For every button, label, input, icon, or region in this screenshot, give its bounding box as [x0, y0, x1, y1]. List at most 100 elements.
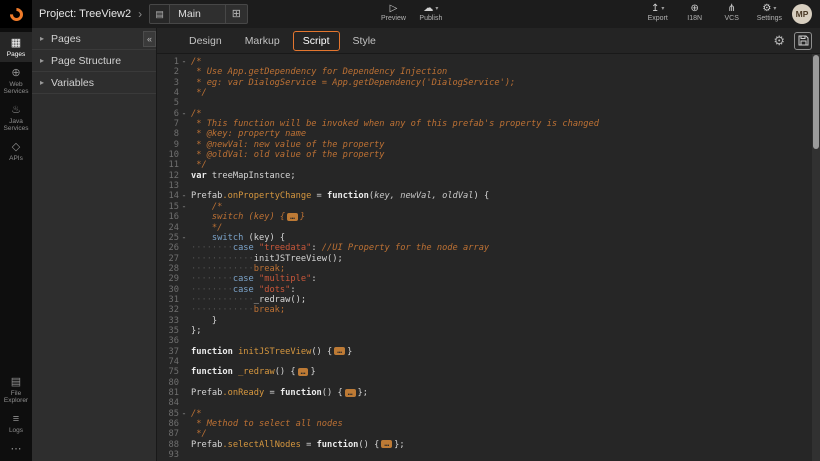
export-button[interactable]: ↥▾Export	[646, 2, 670, 22]
save-button[interactable]	[794, 32, 812, 50]
code-line[interactable]: 75function _redraw() {…}	[157, 367, 812, 377]
code-line[interactable]: 37function initJSTreeView() {…}	[157, 347, 812, 357]
code-line[interactable]: 29········case "multiple":	[157, 274, 812, 284]
line-number: 12	[157, 171, 179, 181]
code-text: ············_redraw();	[189, 295, 812, 305]
more-icon: ⋯	[11, 443, 22, 455]
rail-item-more[interactable]: ⋯	[0, 438, 32, 459]
line-number: 16	[157, 212, 179, 222]
code-line[interactable]: 26········case "treedata": //UI Property…	[157, 243, 812, 253]
code-line[interactable]: 32············break;	[157, 305, 812, 315]
gear-icon: ⚙	[762, 3, 771, 14]
fold-gutter	[179, 119, 189, 129]
publish-button[interactable]: ☁▾Publish	[419, 2, 443, 22]
rail-item-apis[interactable]: ◇APIs	[0, 136, 32, 166]
settings-button[interactable]: ⚙▾Settings	[757, 2, 782, 22]
scrollbar-thumb[interactable]	[813, 55, 819, 149]
panel-section-variables[interactable]: ▸Variables	[32, 72, 156, 94]
rail-item-java-services[interactable]: ♨Java Services	[0, 99, 32, 136]
caret-right-icon: ▸	[40, 34, 44, 43]
panel-section-pages[interactable]: ▸Pages«	[32, 28, 156, 50]
folded-code-icon[interactable]: …	[381, 440, 392, 448]
page-selector[interactable]: ▤ Main ⊞	[149, 4, 248, 24]
chevron-right-icon: ›	[138, 7, 142, 21]
code-line[interactable]: 85-/*	[157, 409, 812, 419]
topbar: Project: TreeView2 › ▤ Main ⊞ ▷Preview☁▾…	[0, 0, 820, 28]
avatar[interactable]: MP	[792, 4, 812, 24]
fold-toggle-icon[interactable]: -	[179, 109, 189, 119]
code-line[interactable]: 28············break;	[157, 264, 812, 274]
code-line[interactable]: 10 * @oldVal: old value of the property	[157, 150, 812, 160]
line-number: 9	[157, 140, 179, 150]
rail-item-web-services[interactable]: ⊕Web Services	[0, 62, 32, 99]
code-line[interactable]: 86 * Method to select all nodes	[157, 419, 812, 429]
grid-icon[interactable]: ⊞	[225, 5, 247, 23]
code-line[interactable]: 2 * Use App.getDependency for Dependency…	[157, 67, 812, 77]
editor-settings-gear-icon[interactable]: ⚙	[773, 33, 785, 49]
code-line[interactable]: 88Prefab.selectAllNodes = function() {…}…	[157, 440, 812, 450]
code-line[interactable]: 87 */	[157, 429, 812, 439]
tab-markup[interactable]: Markup	[235, 31, 290, 51]
code-line[interactable]: 8 * @key: property name	[157, 129, 812, 139]
code-line[interactable]: 5	[157, 98, 812, 108]
vcs-button[interactable]: ⋔VCS	[720, 2, 744, 22]
page-selector-value: Main	[170, 8, 225, 20]
editor-scrollbar[interactable]	[812, 54, 820, 461]
rail-item-label: Java Services	[1, 118, 31, 132]
fold-toggle-icon[interactable]: -	[179, 57, 189, 67]
tab-script[interactable]: Script	[293, 31, 340, 51]
code-line[interactable]: 14-Prefab.onPropertyChange = function(ke…	[157, 191, 812, 201]
code-line[interactable]: 13	[157, 181, 812, 191]
code-line[interactable]: 93	[157, 450, 812, 460]
file-explorer-icon: ▤	[11, 376, 21, 388]
fold-gutter	[179, 98, 189, 108]
apis-icon: ◇	[12, 141, 20, 153]
rail-item-logs[interactable]: ≡Logs	[0, 408, 32, 438]
code-line[interactable]: 16 switch (key) {…}	[157, 212, 812, 222]
code-line[interactable]: 74	[157, 357, 812, 367]
i18n-button[interactable]: ⊕I18N	[683, 2, 707, 22]
tab-design[interactable]: Design	[179, 31, 232, 51]
code-line[interactable]: 31············_redraw();	[157, 295, 812, 305]
folded-code-icon[interactable]: …	[345, 389, 356, 397]
fold-gutter	[179, 347, 189, 357]
code-editor[interactable]: 1-/*2 * Use App.getDependency for Depend…	[157, 54, 820, 461]
code-line[interactable]: 80	[157, 378, 812, 388]
fold-toggle-icon[interactable]: -	[179, 191, 189, 201]
fold-toggle-icon[interactable]: -	[179, 202, 189, 212]
panel-section-page-structure[interactable]: ▸Page Structure	[32, 50, 156, 72]
folded-code-icon[interactable]: …	[298, 368, 309, 376]
code-line[interactable]: 12var treeMapInstance;	[157, 171, 812, 181]
line-number: 36	[157, 336, 179, 346]
code-line[interactable]: 4 */	[157, 88, 812, 98]
fold-toggle-icon[interactable]: -	[179, 233, 189, 243]
code-line[interactable]: 1-/*	[157, 57, 812, 67]
collapse-panel-button[interactable]: «	[143, 31, 156, 47]
code-line[interactable]: 6-/*	[157, 109, 812, 119]
folded-code-icon[interactable]: …	[287, 213, 298, 221]
rail-item-pages[interactable]: ▦Pages	[0, 32, 32, 62]
wavemaker-logo[interactable]	[0, 0, 32, 28]
code-line[interactable]: 15- /*	[157, 202, 812, 212]
code-text: */	[189, 223, 812, 233]
line-number: 88	[157, 440, 179, 450]
code-line[interactable]: 35};	[157, 326, 812, 336]
code-line[interactable]: 36	[157, 336, 812, 346]
code-line[interactable]: 84	[157, 398, 812, 408]
code-line[interactable]: 33 }	[157, 316, 812, 326]
code-line[interactable]: 7 * This function will be invoked when a…	[157, 119, 812, 129]
fold-toggle-icon[interactable]: -	[179, 409, 189, 419]
code-line[interactable]: 9 * @newVal: new value of the property	[157, 140, 812, 150]
code-line[interactable]: 25- switch (key) {	[157, 233, 812, 243]
preview-button[interactable]: ▷Preview	[381, 2, 406, 22]
code-line[interactable]: 3 * eg: var DialogService = App.getDepen…	[157, 78, 812, 88]
tab-style[interactable]: Style	[343, 31, 386, 51]
code-line[interactable]: 24 */	[157, 223, 812, 233]
line-number: 4	[157, 88, 179, 98]
folded-code-icon[interactable]: …	[334, 347, 345, 355]
code-line[interactable]: 27············initJSTreeView();	[157, 254, 812, 264]
code-line[interactable]: 11 */	[157, 160, 812, 170]
code-line[interactable]: 30········case "dots":	[157, 285, 812, 295]
rail-item-file-explorer[interactable]: ▤File Explorer	[0, 371, 32, 408]
code-line[interactable]: 81Prefab.onReady = function() {…};	[157, 388, 812, 398]
